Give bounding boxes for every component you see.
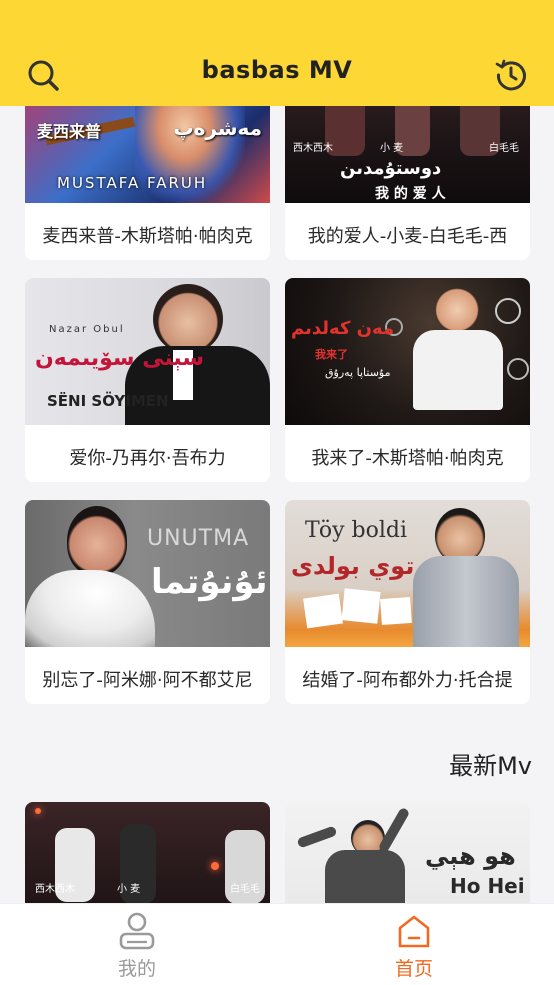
mv-title: 爱你-乃再尔·吾布力: [69, 448, 226, 469]
mv-title: 结婚了-阿布都外力·托合提: [302, 670, 513, 691]
thumb-title-ug: دوستۇمدىن: [340, 158, 442, 179]
user-icon: [119, 912, 155, 950]
thumb-title-ug: ھو ھېي: [425, 842, 516, 870]
latest-mv-heading: 最新Mv: [449, 752, 532, 780]
bottom-tab-bar: 我的 首页: [0, 903, 554, 985]
thumb-title-cn: 我 的 爱 人: [375, 186, 446, 202]
thumb-title-ug: توي بولدى: [291, 552, 415, 580]
thumb-artist: Nazar Obul: [49, 324, 125, 335]
mv-card[interactable]: ھو ھېي Ho Hei: [285, 802, 530, 903]
thumb-artist: مۇستاپا پەرۇق: [325, 366, 391, 379]
thumb-title-latin: Töy boldi: [305, 518, 407, 543]
mv-card[interactable]: Nazar Obul سېنى سۆيىمەن SËNI SÖYIMEN 爱你-…: [25, 278, 270, 482]
tab-home-label: 首页: [394, 958, 433, 980]
mv-title: 别忘了-阿米娜·阿不都艾尼: [42, 670, 253, 691]
thumb-title-ug: سېنى سۆيىمەن: [35, 346, 205, 371]
thumb-singer-1: 西木西木: [293, 143, 333, 154]
mv-thumbnail: مەن كەلدىم 我来了 مۇستاپا پەرۇق: [285, 278, 530, 425]
thumb-title-ug: مەن كەلدىم: [291, 318, 395, 339]
mv-thumbnail: Töy boldi توي بولدى: [285, 500, 530, 647]
thumb-title-ug: مەشرەپ: [173, 116, 262, 140]
mv-title: 我来了-木斯塔帕·帕肉克: [311, 448, 504, 469]
mv-card[interactable]: UNUTMA ئۇنۇتما 别忘了-阿米娜·阿不都艾尼: [25, 500, 270, 704]
mv-thumbnail: 西木西木 小 麦 白毛毛: [25, 802, 270, 903]
mv-card[interactable]: 西木西木 小 麦 白毛毛: [25, 802, 270, 903]
mv-scroll-content[interactable]: 麦西来普 مەشرەپ MUSTAFA FARUH 麦西来普-木斯塔帕·帕肉克 …: [0, 106, 554, 903]
tab-mine-label: 我的: [117, 958, 156, 980]
mv-card[interactable]: مەن كەلدىم 我来了 مۇستاپا پەرۇق 我来了-木斯塔帕·帕肉…: [285, 278, 530, 482]
app-header: basbas MV: [0, 0, 554, 106]
thumb-title-cn: 麦西来普: [37, 122, 102, 141]
history-button[interactable]: [494, 58, 528, 92]
mv-card[interactable]: 麦西来普 مەشرەپ MUSTAFA FARUH 麦西来普-木斯塔帕·帕肉克: [25, 106, 270, 260]
history-icon: [495, 59, 526, 91]
mv-card[interactable]: Töy boldi توي بولدى 结婚了-阿布都外力·托合提: [285, 500, 530, 704]
thumb-singer-1: 西木西木: [35, 884, 75, 895]
thumb-title-ug: ئۇنۇتما: [151, 562, 268, 602]
mv-thumbnail: UNUTMA ئۇنۇتما: [25, 500, 270, 647]
page-title: basbas MV: [201, 56, 353, 84]
thumb-artist: MUSTAFA FARUH: [57, 174, 208, 192]
mv-card[interactable]: 西木西木 小 麦 白毛毛 دوستۇمدىن 我 的 爱 人 我的爱人-小麦-白…: [285, 106, 530, 260]
mv-title: 麦西来普-木斯塔帕·帕肉克: [42, 226, 253, 247]
thumb-singer-2: 小 麦: [380, 143, 404, 154]
tab-home[interactable]: 首页: [374, 912, 454, 981]
thumb-singer-3: 白毛毛: [230, 884, 260, 895]
mv-thumbnail: 麦西来普 مەشرەپ MUSTAFA FARUH: [25, 106, 270, 203]
mv-thumbnail: ھو ھېي Ho Hei: [285, 802, 530, 903]
home-icon: [398, 915, 430, 948]
tab-mine[interactable]: 我的: [97, 912, 177, 981]
thumb-singer-3: 白毛毛: [489, 143, 519, 154]
thumb-singer-2: 小 麦: [117, 884, 141, 895]
thumb-title-latin: SËNI SÖYIMEN: [47, 392, 169, 410]
thumb-title-latin: Ho Hei: [450, 874, 525, 898]
thumb-title-cn: 我来了: [315, 348, 348, 361]
thumb-title-latin: UNUTMA: [147, 526, 250, 551]
mv-title: 我的爱人-小麦-白毛毛-西: [307, 226, 508, 247]
mv-thumbnail: Nazar Obul سېنى سۆيىمەن SËNI SÖYIMEN: [25, 278, 270, 425]
mv-thumbnail: 西木西木 小 麦 白毛毛 دوستۇمدىن 我 的 爱 人: [285, 106, 530, 203]
